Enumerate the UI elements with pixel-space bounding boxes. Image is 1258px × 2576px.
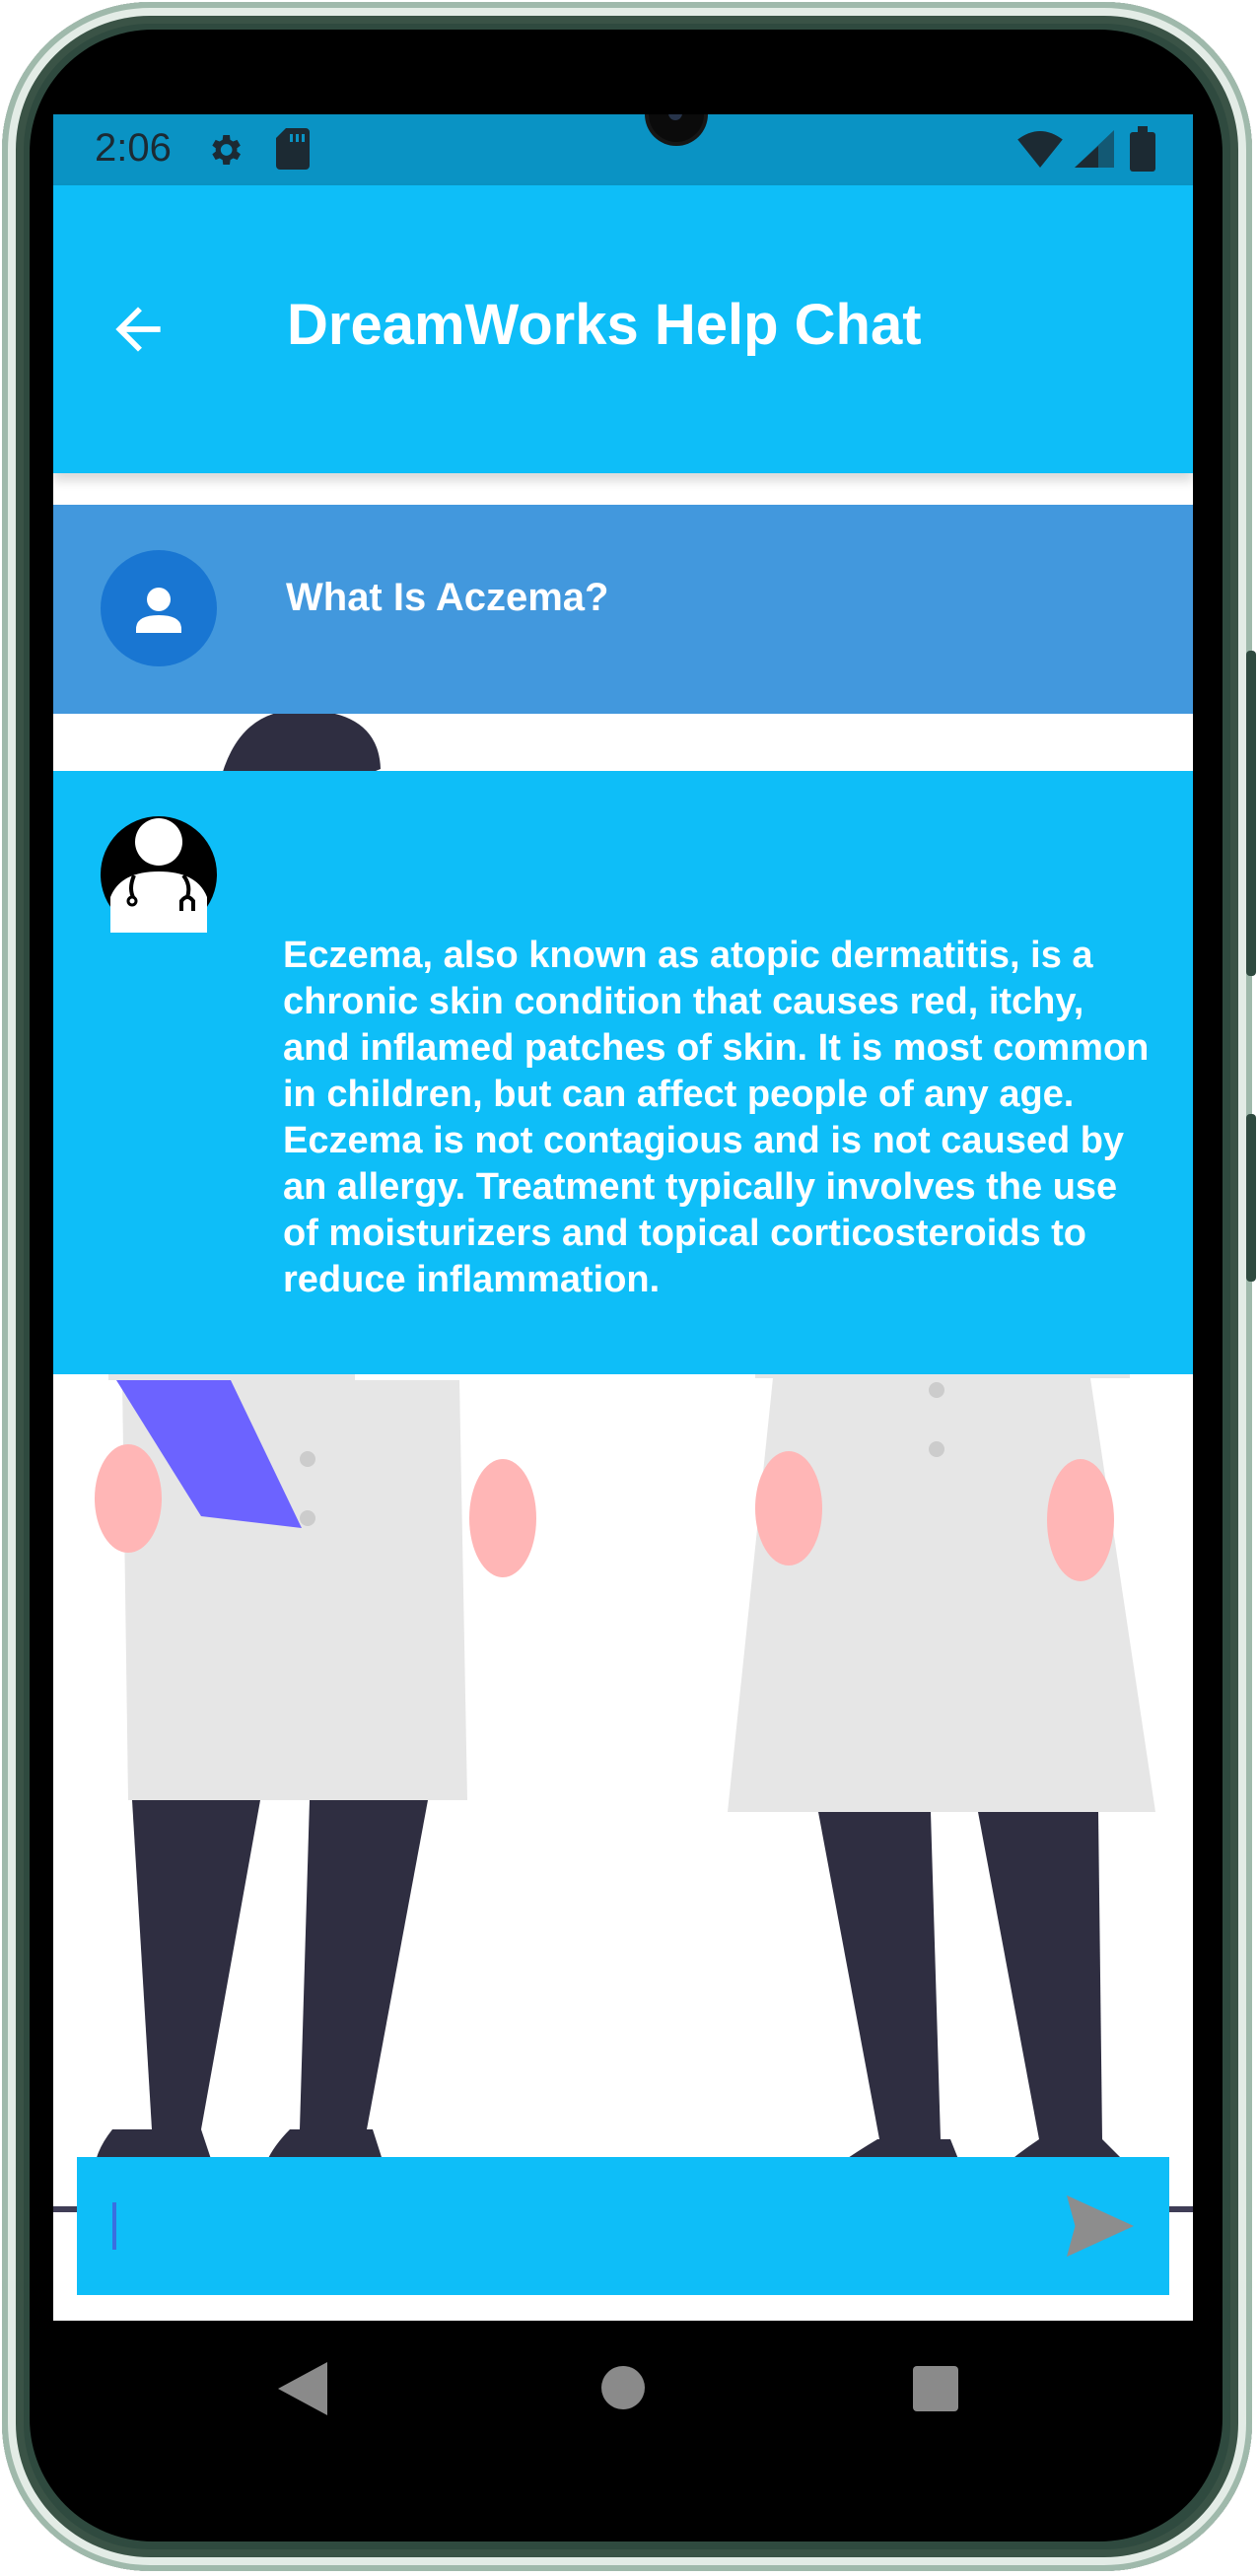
- user-message-text: What Is Aczema?: [286, 576, 609, 619]
- send-icon[interactable]: [1067, 2194, 1134, 2258]
- app-bar: DreamWorks Help Chat: [53, 185, 1193, 473]
- screen: 2:06 DreamWorks Help Chat What Is Aczema…: [53, 114, 1193, 2321]
- status-bar: 2:06: [53, 114, 1193, 185]
- message-composer: [77, 2157, 1169, 2295]
- person-icon: [136, 588, 181, 633]
- user-message: What Is Aczema?: [53, 505, 1193, 714]
- message-input[interactable]: [106, 2185, 1057, 2269]
- volume-button: [1246, 651, 1256, 976]
- sd-card-icon: [276, 128, 310, 170]
- text-caret: [112, 2202, 116, 2250]
- bot-message: Eczema, also known as atopic dermatitis,…: [53, 771, 1193, 1374]
- nav-home-icon[interactable]: [601, 2366, 645, 2409]
- user-avatar: [101, 550, 217, 666]
- status-time: 2:06: [95, 126, 172, 170]
- nav-back-icon[interactable]: [278, 2362, 327, 2415]
- battery-icon: [1130, 126, 1155, 172]
- doctor-icon: [101, 816, 217, 933]
- wifi-icon: [1017, 130, 1063, 168]
- power-button: [1246, 1114, 1256, 1282]
- gear-icon: [212, 135, 241, 165]
- nav-recents-icon[interactable]: [913, 2366, 958, 2411]
- page-title: DreamWorks Help Chat: [287, 293, 922, 357]
- bot-message-text: Eczema, also known as atopic dermatitis,…: [283, 935, 1150, 1300]
- back-arrow-icon[interactable]: [105, 296, 172, 363]
- signal-icon: [1075, 130, 1114, 168]
